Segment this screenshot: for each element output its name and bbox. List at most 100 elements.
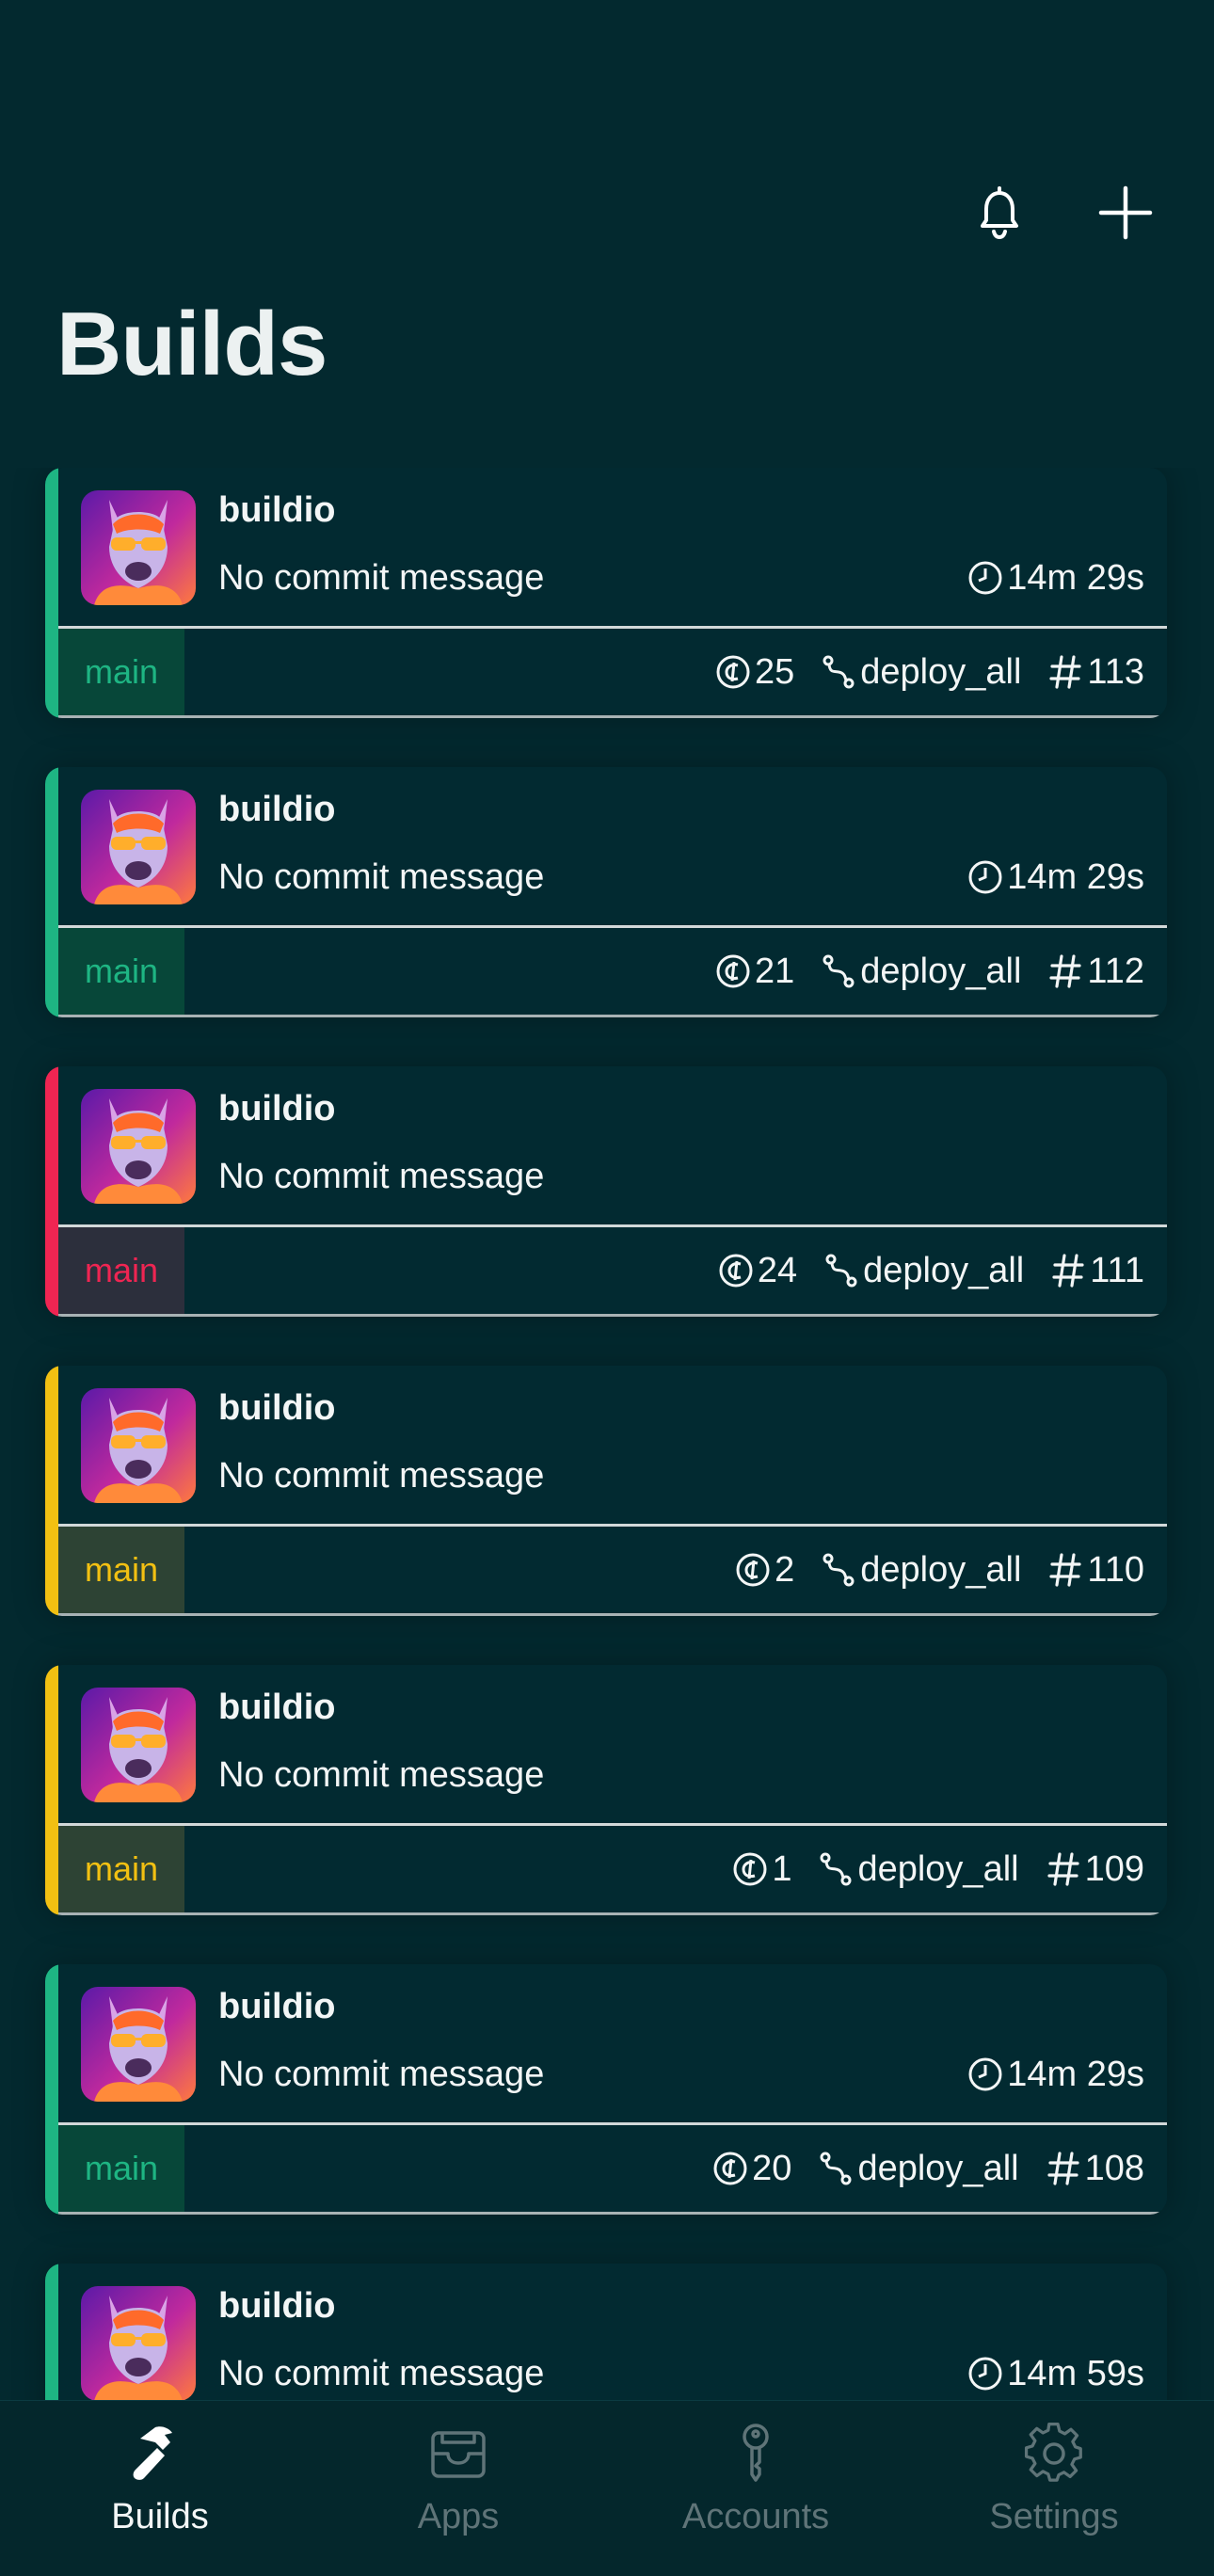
build-list[interactable]: buildio No commit message 14m 29s main 2… (0, 468, 1214, 2400)
hash-icon (1046, 2150, 1081, 2187)
status-stripe (45, 2264, 58, 2400)
workflow-icon (821, 654, 856, 690)
plus-icon[interactable] (1092, 179, 1159, 247)
tab-bar: Builds Apps Accounts Settings (0, 2400, 1214, 2576)
app-name: buildio (218, 1987, 336, 2026)
build-duration: 14m 29s (967, 554, 1144, 601)
workflow: deploy_all (821, 952, 1021, 992)
tab-builds[interactable]: Builds (66, 2420, 254, 2542)
status-stripe (45, 1964, 58, 2215)
hash-icon (1050, 1252, 1086, 1289)
build-card[interactable]: buildio No commit message main 1 deploy_… (45, 1665, 1167, 1915)
commit-message: No commit message (218, 558, 545, 598)
clock-icon (967, 2356, 1003, 2392)
divider (58, 1912, 1167, 1915)
credits-value: 2 (775, 1549, 795, 1590)
top-bar (0, 0, 1214, 273)
build-card[interactable]: buildio No commit message 14m 29s main 2… (45, 1964, 1167, 2215)
app-avatar (81, 790, 196, 904)
workflow: deploy_all (823, 1251, 1024, 1291)
credit-icon (715, 953, 751, 989)
workflow: deploy_all (821, 652, 1021, 693)
app-name: buildio (218, 490, 336, 530)
workflow: deploy_all (818, 2149, 1019, 2189)
divider (58, 1314, 1167, 1317)
page-title: Builds (56, 294, 327, 394)
credits: 25 (715, 652, 794, 693)
workflow-icon (818, 1851, 854, 1887)
branch-badge: main (58, 1826, 184, 1912)
build-duration: 14m 59s (967, 2350, 1144, 2397)
clock-icon (967, 2056, 1003, 2092)
divider (58, 715, 1167, 718)
gear-icon (1021, 2420, 1087, 2486)
duration-value: 14m 29s (1007, 2055, 1144, 2094)
tab-label: Settings (989, 2497, 1119, 2536)
build-meta: 20 deploy_all 108 (712, 2125, 1144, 2212)
build-number-value: 113 (1087, 651, 1144, 692)
credits: 2 (735, 1550, 794, 1591)
hammer-icon (127, 2420, 193, 2486)
credits-value: 1 (772, 1848, 792, 1889)
credit-icon (735, 1552, 771, 1588)
workflow-icon (823, 1253, 859, 1288)
app-avatar (81, 1388, 196, 1503)
status-stripe (45, 468, 58, 718)
tab-apps[interactable]: Apps (364, 2420, 552, 2542)
app-name: buildio (218, 1388, 336, 1428)
app-name: buildio (218, 2286, 336, 2326)
branch-badge: main (58, 629, 184, 715)
branch-badge: main (58, 2125, 184, 2212)
credit-icon (732, 1851, 768, 1887)
key-icon (723, 2420, 789, 2486)
branch-badge: main (58, 1227, 184, 1314)
build-card[interactable]: buildio No commit message main 2 deploy_… (45, 1366, 1167, 1616)
build-number: 109 (1046, 1849, 1144, 1890)
duration-value: 14m 29s (1007, 857, 1144, 897)
hash-icon (1047, 653, 1083, 691)
credits: 24 (718, 1251, 797, 1291)
build-card[interactable]: buildio No commit message 14m 29s main 2… (45, 468, 1167, 718)
build-card[interactable]: buildio No commit message 14m 59s main (45, 2264, 1167, 2400)
workflow: deploy_all (818, 1849, 1019, 1890)
credits-value: 25 (754, 651, 795, 692)
duration-value: 14m 29s (1007, 558, 1144, 598)
commit-message: No commit message (218, 857, 545, 897)
workflow-value: deploy_all (860, 951, 1022, 991)
commit-message: No commit message (218, 2055, 545, 2094)
build-number-value: 108 (1084, 2148, 1144, 2188)
credits-value: 20 (752, 2148, 792, 2188)
build-number: 108 (1046, 2149, 1144, 2189)
build-number-value: 110 (1087, 1549, 1144, 1590)
workflow-icon (821, 1552, 856, 1588)
credits: 1 (732, 1849, 791, 1890)
build-meta: 24 deploy_all 111 (718, 1227, 1144, 1314)
tab-accounts[interactable]: Accounts (662, 2420, 850, 2542)
branch-badge: main (58, 928, 184, 1015)
app-avatar (81, 1987, 196, 2102)
credits-value: 21 (754, 951, 795, 991)
status-stripe (45, 1366, 58, 1616)
build-meta: 2 deploy_all 110 (735, 1527, 1144, 1613)
hash-icon (1047, 952, 1083, 990)
divider (58, 2212, 1167, 2215)
build-number: 110 (1047, 1550, 1144, 1591)
hash-icon (1046, 1850, 1081, 1888)
credits: 20 (712, 2149, 791, 2189)
build-card[interactable]: buildio No commit message main 24 deploy… (45, 1066, 1167, 1317)
workflow-icon (821, 953, 856, 989)
build-number-value: 109 (1084, 1848, 1144, 1889)
bell-icon[interactable] (966, 179, 1033, 247)
build-card[interactable]: buildio No commit message 14m 29s main 2… (45, 767, 1167, 1017)
credit-icon (718, 1253, 754, 1288)
app-avatar (81, 1688, 196, 1802)
commit-message: No commit message (218, 1755, 545, 1795)
credits: 21 (715, 952, 794, 992)
tab-settings[interactable]: Settings (960, 2420, 1148, 2542)
build-duration: 14m 29s (967, 854, 1144, 901)
credit-icon (715, 654, 751, 690)
workflow-value: deploy_all (860, 651, 1022, 692)
status-stripe (45, 1066, 58, 1317)
duration-value: 14m 59s (1007, 2354, 1144, 2393)
build-number: 112 (1047, 952, 1144, 992)
